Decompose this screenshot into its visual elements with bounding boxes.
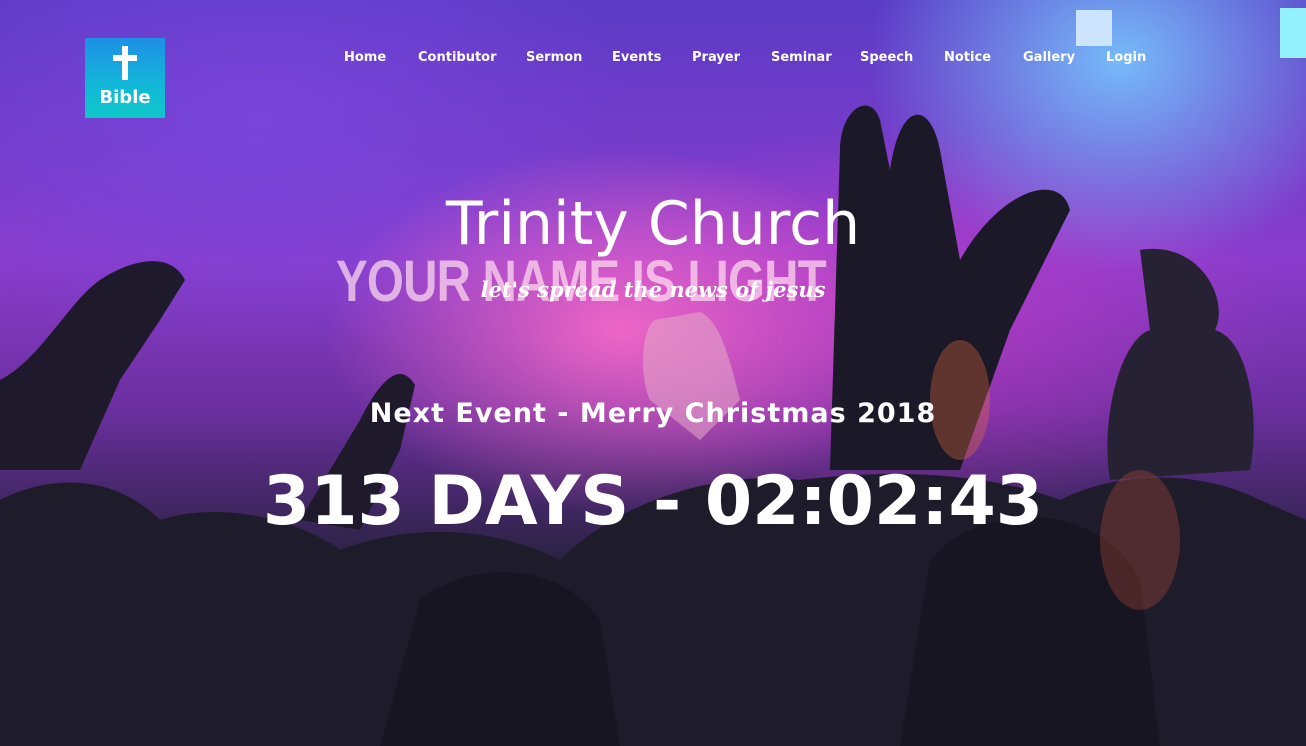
nav-item-home[interactable]: Home [344,48,386,68]
main-nav: Home Contibutor Sermon Events Prayer Sem… [0,48,1306,70]
page-title: Trinity Church [445,189,861,259]
tagline: let's spread the news of jesus [480,277,826,302]
nav-item-seminar[interactable]: Seminar [771,48,832,68]
crowd-silhouette [0,8,1306,746]
hero-background: YOUR NAME IS LIGHT [0,0,1306,746]
nav-item-gallery[interactable]: Gallery [1023,48,1075,68]
nav-item-contributor[interactable]: Contibutor [418,48,497,68]
nav-item-prayer[interactable]: Prayer [692,48,740,68]
nav-item-sermon[interactable]: Sermon [526,48,582,68]
event-countdown: 313 DAYS - 02:02:43 [262,462,1044,541]
nav-item-login[interactable]: Login [1106,48,1146,68]
nav-item-speech[interactable]: Speech [860,48,913,68]
next-event-heading: Next Event - Merry Christmas 2018 [369,398,937,429]
logo-text: Bible [99,87,151,108]
nav-item-events[interactable]: Events [612,48,661,68]
nav-item-notice[interactable]: Notice [944,48,991,68]
